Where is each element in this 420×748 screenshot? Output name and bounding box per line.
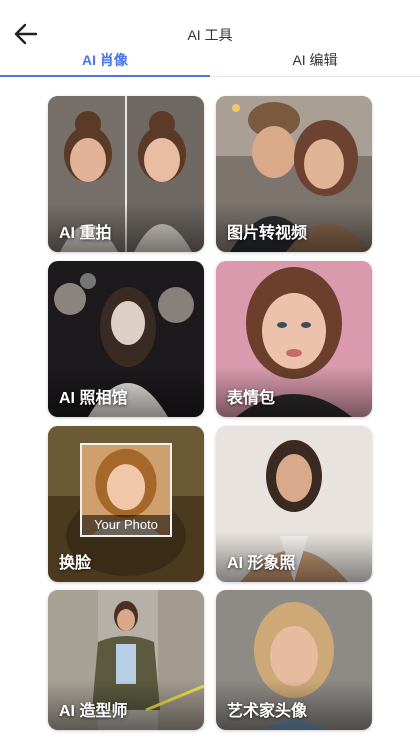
card-artist-avatar[interactable]: 艺术家头像: [216, 590, 372, 730]
your-photo-frame: Your Photo: [80, 443, 172, 537]
card-label: AI 重拍: [59, 225, 112, 242]
your-photo-caption: Your Photo: [82, 515, 170, 535]
card-sticker-pack[interactable]: 表情包: [216, 261, 372, 417]
tab-bar: AI 肖像 AI 编辑: [0, 50, 420, 77]
card-ai-stylist[interactable]: AI 造型师: [48, 590, 204, 730]
card-ai-headshot[interactable]: AI 形象照: [216, 426, 372, 582]
card-label: 艺术家头像: [227, 703, 308, 720]
header: AI 工具 AI 肖像 AI 编辑: [0, 0, 420, 77]
card-label: AI 形象照: [227, 555, 296, 572]
card-face-swap[interactable]: Your Photo 换脸: [48, 426, 204, 582]
card-label: AI 造型师: [59, 703, 128, 720]
card-label: 表情包: [227, 390, 276, 407]
page-title: AI 工具: [187, 27, 233, 43]
card-label: 换脸: [59, 555, 92, 572]
card-ai-retake[interactable]: AI 重拍: [48, 96, 204, 252]
card-image-to-video[interactable]: 图片转视频: [216, 96, 372, 252]
tab-ai-portrait[interactable]: AI 肖像: [0, 50, 210, 77]
card-label: 图片转视频: [227, 225, 308, 242]
card-ai-photo-studio[interactable]: AI 照相馆: [48, 261, 204, 417]
card-label: AI 照相馆: [59, 390, 128, 407]
tab-ai-edit[interactable]: AI 编辑: [210, 50, 420, 76]
